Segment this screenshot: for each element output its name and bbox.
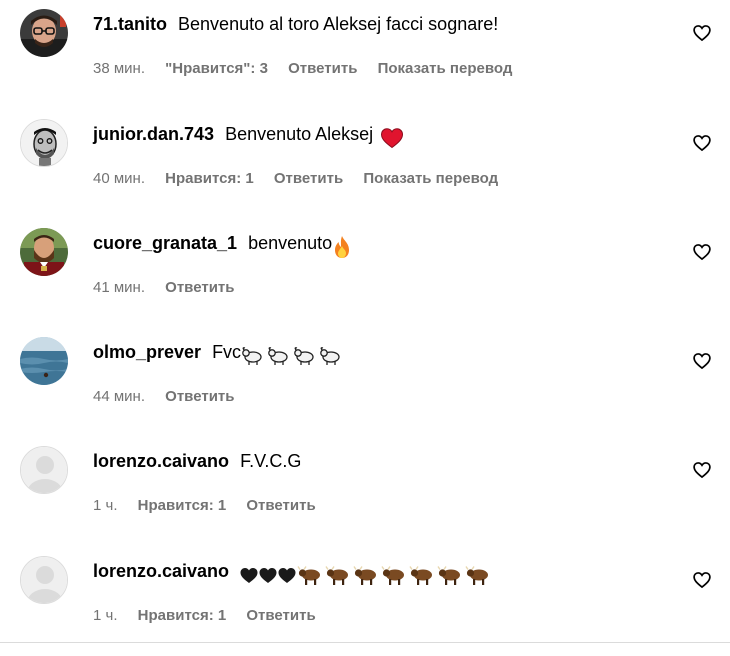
comment-text: F.V.C.G	[240, 451, 302, 471]
reply-button[interactable]: Ответить	[165, 388, 234, 405]
show-translation-button[interactable]: Показать перевод	[363, 170, 498, 187]
comment-time[interactable]: 40 мин.	[93, 170, 145, 187]
comment-item: 71.tanito Benvenuto al toro Aleksej facc…	[0, 9, 730, 109]
comment-time[interactable]: 41 мин.	[93, 279, 145, 296]
reply-button[interactable]: Ответить	[165, 279, 234, 296]
comment-username[interactable]: cuore_granata_1	[93, 233, 237, 253]
comment-item: junior.dan.743 Benvenuto Aleksej 40 мин.…	[0, 119, 730, 219]
comment-item: cuore_granata_1 benvenuto 41 мин. Ответи…	[0, 228, 730, 328]
comment-text: Benvenuto Aleksej	[225, 124, 374, 144]
comment-text: Benvenuto al toro Aleksej facci sognare!	[178, 14, 499, 34]
avatar[interactable]	[20, 119, 68, 167]
avatar[interactable]	[20, 228, 68, 276]
comment-username[interactable]: 71.tanito	[93, 14, 167, 34]
reply-button[interactable]: Ответить	[288, 60, 357, 77]
likes-count[interactable]: Нравится: 1	[138, 497, 227, 514]
comment-time[interactable]: 44 мин.	[93, 388, 145, 405]
comments-list: 71.tanito Benvenuto al toro Aleksej facc…	[0, 0, 730, 655]
reply-button[interactable]: Ответить	[246, 497, 315, 514]
avatar[interactable]	[20, 446, 68, 494]
fire-emoji-icon	[332, 234, 352, 259]
comment-item: olmo_prever Fvc 44 мин. Ответить	[0, 337, 730, 437]
divider	[0, 642, 730, 643]
comment-item: lorenzo.caivano F.V.C.G 1 ч. Нравится: 1…	[0, 446, 730, 546]
like-heart-icon[interactable]	[692, 133, 712, 153]
comment-text: Fvc	[212, 342, 242, 362]
likes-count[interactable]: Нравится: 1	[138, 607, 227, 624]
reply-button[interactable]: Ответить	[246, 607, 315, 624]
comment-time[interactable]: 1 ч.	[93, 497, 118, 514]
ram-emoji-icons	[241, 343, 345, 367]
show-translation-button[interactable]: Показать перевод	[378, 60, 513, 77]
like-heart-icon[interactable]	[692, 242, 712, 262]
likes-count[interactable]: Нравится: 1	[165, 170, 254, 187]
like-heart-icon[interactable]	[692, 351, 712, 371]
avatar[interactable]	[20, 556, 68, 604]
avatar[interactable]	[20, 9, 68, 57]
like-heart-icon[interactable]	[692, 460, 712, 480]
comment-username[interactable]: junior.dan.743	[93, 124, 214, 144]
likes-count[interactable]: "Нравится": 3	[165, 60, 268, 77]
comment-text: benvenuto	[248, 233, 333, 253]
comment-item: lorenzo.caivano 1 ч. Нравится: 1 Ответит…	[0, 556, 730, 656]
like-heart-icon[interactable]	[692, 570, 712, 590]
comment-username[interactable]: lorenzo.caivano	[93, 451, 229, 471]
black-heart-and-ox-emoji-icons	[240, 562, 500, 586]
avatar[interactable]	[20, 337, 68, 385]
comment-time[interactable]: 1 ч.	[93, 607, 118, 624]
like-heart-icon[interactable]	[692, 23, 712, 43]
red-heart-emoji-icon	[380, 125, 404, 149]
comment-username[interactable]: olmo_prever	[93, 342, 201, 362]
comment-username[interactable]: lorenzo.caivano	[93, 561, 229, 581]
reply-button[interactable]: Ответить	[274, 170, 343, 187]
comment-time[interactable]: 38 мин.	[93, 60, 145, 77]
